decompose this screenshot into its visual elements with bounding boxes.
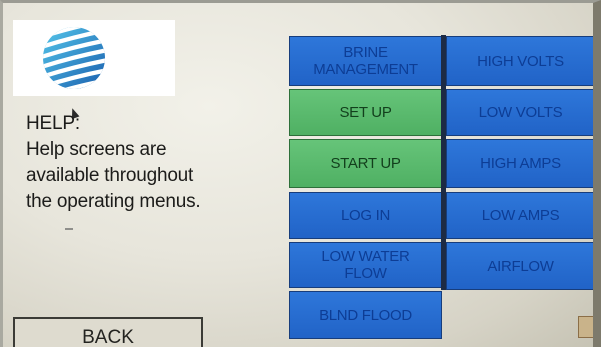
- airflow-button[interactable]: AIRFLOW: [446, 242, 593, 290]
- help-line-1: Help screens are: [26, 139, 167, 160]
- screen-smudge: [65, 228, 73, 230]
- corner-tab: [578, 316, 593, 338]
- high-volts-button[interactable]: HIGH VOLTS: [446, 36, 593, 86]
- help-line-2: available throughout: [26, 165, 194, 186]
- help-message: HELP: Help screens are available through…: [26, 111, 276, 215]
- brine-management-button[interactable]: BRINE MANAGEMENT: [289, 36, 442, 86]
- back-button[interactable]: BACK: [13, 317, 203, 347]
- globe-logo-icon: [43, 27, 105, 89]
- help-heading: HELP:: [26, 113, 80, 134]
- log-in-button[interactable]: LOG IN: [289, 192, 442, 239]
- touch-screen: HELP: Help screens are available through…: [0, 0, 601, 347]
- logo: [13, 20, 175, 96]
- set-up-button[interactable]: SET UP: [289, 89, 442, 136]
- start-up-button[interactable]: START UP: [289, 139, 442, 188]
- low-amps-button[interactable]: LOW AMPS: [446, 192, 593, 239]
- help-line-3: the operating menus.: [26, 191, 201, 212]
- high-amps-button[interactable]: HIGH AMPS: [446, 139, 593, 188]
- blind-flood-button[interactable]: BLND FLOOD: [289, 291, 442, 339]
- low-volts-button[interactable]: LOW VOLTS: [446, 89, 593, 136]
- low-water-flow-button[interactable]: LOW WATER FLOW: [289, 242, 442, 288]
